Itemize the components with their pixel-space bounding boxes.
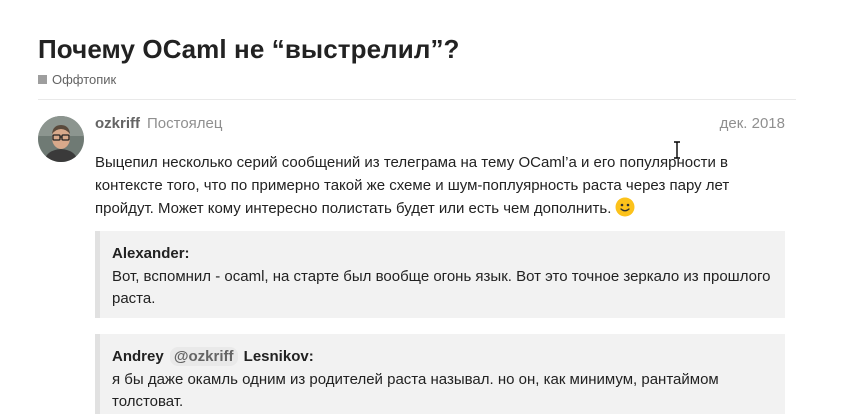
avatar-portrait	[38, 116, 84, 162]
slight-smile-emoji-icon	[615, 197, 635, 217]
user-mention[interactable]: @ozkriff	[169, 347, 238, 366]
quote-author-last: Lesnikov:	[243, 348, 314, 365]
quote-text: Вот, вспомнил - ocaml, на старте был воо…	[112, 267, 771, 308]
post-date[interactable]: дек. 2018	[720, 115, 785, 132]
post-meta: ozkriff Постоялец дек. 2018	[95, 115, 785, 133]
quote-text: я бы даже окамль одним из родителей раст…	[112, 370, 719, 411]
post-body: Выцепил несколько серий сообщений из тел…	[95, 152, 745, 221]
user-avatar[interactable]	[38, 116, 84, 162]
category-badge[interactable]: Оффтопик	[38, 72, 116, 87]
title-divider	[38, 99, 796, 100]
quote-author: Alexander:	[112, 245, 190, 262]
category-color-swatch	[38, 75, 47, 84]
topic-title[interactable]: Почему OCaml не “выстрелил”?	[38, 34, 460, 65]
category-label: Оффтопик	[52, 72, 117, 87]
quote-author-line: Andrey @ozkriff Lesnikov:	[112, 346, 773, 369]
quote-block: Alexander: Вот, вспомнил - ocaml, на ста…	[95, 231, 785, 318]
quote-author-first: Andrey	[112, 348, 164, 365]
user-title: Постоялец	[147, 115, 223, 132]
post-username[interactable]: ozkriff	[95, 115, 140, 132]
quote-block: Andrey @ozkriff Lesnikov: я бы даже окам…	[95, 334, 785, 414]
